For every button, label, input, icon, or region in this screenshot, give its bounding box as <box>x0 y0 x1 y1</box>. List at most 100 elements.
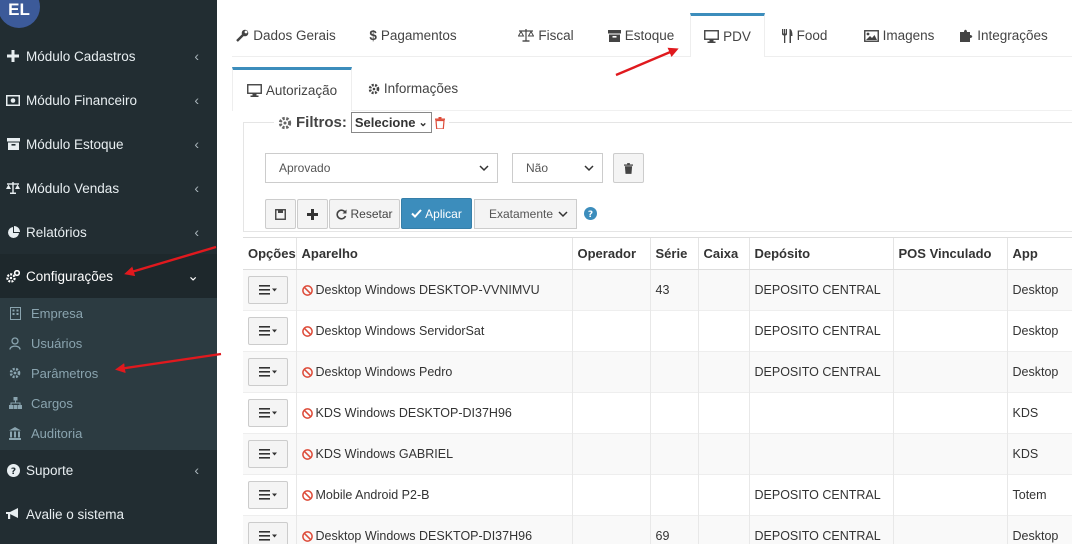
tab-estoque[interactable]: Estoque <box>596 14 686 57</box>
row-options-button[interactable] <box>248 521 288 544</box>
bars-dropdown-icon <box>259 366 277 377</box>
device-name: Desktop Windows DESKTOP-VVNIMVU <box>315 282 540 297</box>
save-filter-button[interactable] <box>265 199 296 229</box>
tab-autorizacao[interactable]: Autorização <box>232 67 352 111</box>
sidebar-item-label: Suporte <box>26 462 74 478</box>
plus-icon <box>6 49 20 63</box>
column-header[interactable]: Operador <box>572 238 651 270</box>
filters-legend: Filtros: Selecione ⌄ <box>274 112 449 133</box>
row-options-button[interactable] <box>248 398 288 427</box>
device-name: KDS Windows DESKTOP-DI37H96 <box>315 405 512 420</box>
sidebar-item-avalie[interactable]: Avalie o sistema <box>0 492 217 536</box>
help-icon[interactable]: ? <box>584 207 597 220</box>
gear-icon <box>368 83 380 95</box>
column-header[interactable]: POS Vinculado <box>893 238 1008 270</box>
row-options-button[interactable] <box>248 357 288 386</box>
column-header[interactable]: Série <box>650 238 699 270</box>
column-header[interactable]: Caixa <box>698 238 750 270</box>
sidebar-item-label: Módulo Financeiro <box>26 92 138 108</box>
status-value: Aprovado <box>279 161 331 175</box>
tab-label: Informações <box>383 81 459 96</box>
row-options-button[interactable] <box>248 480 288 509</box>
filter-preset-select[interactable]: Selecione ⌄ <box>350 112 432 133</box>
caixa-cell <box>698 391 750 433</box>
operator-cell <box>572 268 651 310</box>
table-row: Desktop Windows DESKTOP-VVNIMVU 43 DEPOSIT… <box>243 268 1072 310</box>
avatar[interactable]: EL <box>0 0 40 28</box>
operator-cell <box>572 391 651 433</box>
column-header[interactable]: Aparelho <box>296 238 573 270</box>
trash-icon[interactable] <box>434 116 445 129</box>
tab-dados-gerais[interactable]: Dados Gerais <box>232 14 340 57</box>
tab-fiscal[interactable]: Fiscal <box>492 14 600 57</box>
device-cell: KDS Windows GABRIEL <box>296 432 573 474</box>
flag-select[interactable]: Não <box>512 153 603 183</box>
app-cell: Desktop <box>1007 350 1072 392</box>
sidebar: EL Módulo Cadastros ‹ Módulo Financeiro … <box>0 0 217 544</box>
tab-informacoes[interactable]: Informações <box>358 67 468 110</box>
match-select[interactable]: Exatamente <box>474 199 577 229</box>
sidebar-item-suporte[interactable]: ? Suporte ‹ <box>0 448 217 492</box>
balance-scale-icon <box>518 29 535 42</box>
add-filter-button[interactable] <box>297 199 328 229</box>
bars-dropdown-icon <box>259 407 277 418</box>
sidebar-item-label: Módulo Vendas <box>26 180 120 196</box>
submenu-item-cargos[interactable]: Cargos <box>0 388 217 418</box>
column-header[interactable]: Opções <box>243 238 297 270</box>
table-row: Mobile Android P2-B DEPOSITO CENTRAL Totem <box>243 473 1072 515</box>
pie-chart-icon <box>6 225 20 239</box>
plus-icon <box>307 208 318 220</box>
app-cell: Desktop <box>1007 268 1072 310</box>
clear-filter-button[interactable] <box>613 153 644 183</box>
serie-cell: 43 <box>650 268 699 310</box>
chevron-down-icon: ⌄ <box>418 117 428 129</box>
sidebar-item-configuracoes[interactable]: Configurações ⌄ <box>0 254 217 298</box>
pos-cell <box>893 309 1008 351</box>
operator-cell <box>572 350 651 392</box>
table-row: Desktop Windows Pedro DEPOSITO CENTRAL Des… <box>243 350 1072 392</box>
row-options-button[interactable] <box>248 275 288 304</box>
submenu-item-parametros[interactable]: Parâmetros <box>0 358 217 388</box>
floppy-icon <box>275 208 286 220</box>
tab-pdv[interactable]: PDV <box>690 13 765 57</box>
row-options-button[interactable] <box>248 439 288 468</box>
options-cell <box>243 514 297 544</box>
check-icon <box>411 209 422 218</box>
sidebar-item-vendas[interactable]: Módulo Vendas ‹ <box>0 166 217 210</box>
options-cell <box>243 391 297 433</box>
table-row: KDS Windows DESKTOP-DI37H96 KDS <box>243 391 1072 433</box>
tab-imagens[interactable]: Imagens <box>857 14 941 57</box>
tab-pagamentos[interactable]: $ Pagamentos <box>359 14 467 57</box>
sidebar-item-label: Configurações <box>26 268 114 284</box>
app-cell: Desktop <box>1007 309 1072 351</box>
archive-icon <box>6 137 20 151</box>
options-cell <box>243 350 297 392</box>
apply-button[interactable]: Aplicar <box>401 198 472 229</box>
column-header[interactable]: Depósito <box>749 238 894 270</box>
bank-icon <box>8 426 22 440</box>
app-cell: KDS <box>1007 391 1072 433</box>
sidebar-item-label: Relatórios <box>26 224 87 240</box>
tab-integracoes[interactable]: Integrações <box>954 14 1054 57</box>
sidebar-item-relatorios[interactable]: Relatórios ‹ <box>0 210 217 254</box>
column-header[interactable]: App <box>1007 238 1072 270</box>
sidebar-item-financeiro[interactable]: Módulo Financeiro ‹ <box>0 78 217 122</box>
tab-label: Dados Gerais <box>253 28 336 43</box>
operator-cell <box>572 473 651 515</box>
submenu-item-usuarios[interactable]: Usuários <box>0 328 217 358</box>
submenu-item-empresa[interactable]: Empresa <box>0 298 217 328</box>
pos-cell <box>893 473 1008 515</box>
reset-button[interactable]: Resetar <box>329 199 400 229</box>
device-name: Desktop Windows Pedro <box>315 364 453 379</box>
tab-food[interactable]: Food <box>772 14 836 57</box>
dollar-icon: $ <box>369 28 377 43</box>
chevron-down-icon: ⌄ <box>187 267 199 284</box>
submenu-item-auditoria[interactable]: Auditoria <box>0 418 217 448</box>
configuracoes-submenu: Empresa Usuários Parâmetros Cargos Audit… <box>0 298 217 450</box>
device-cell: Desktop Windows ServidorSat <box>296 309 573 351</box>
table-header: Opções Aparelho Operador Série Caixa Dep… <box>243 238 1072 270</box>
row-options-button[interactable] <box>248 316 288 345</box>
status-select[interactable]: Aprovado <box>265 153 498 183</box>
sidebar-item-cadastros[interactable]: Módulo Cadastros ‹ <box>0 34 217 78</box>
sidebar-item-estoque[interactable]: Módulo Estoque ‹ <box>0 122 217 166</box>
